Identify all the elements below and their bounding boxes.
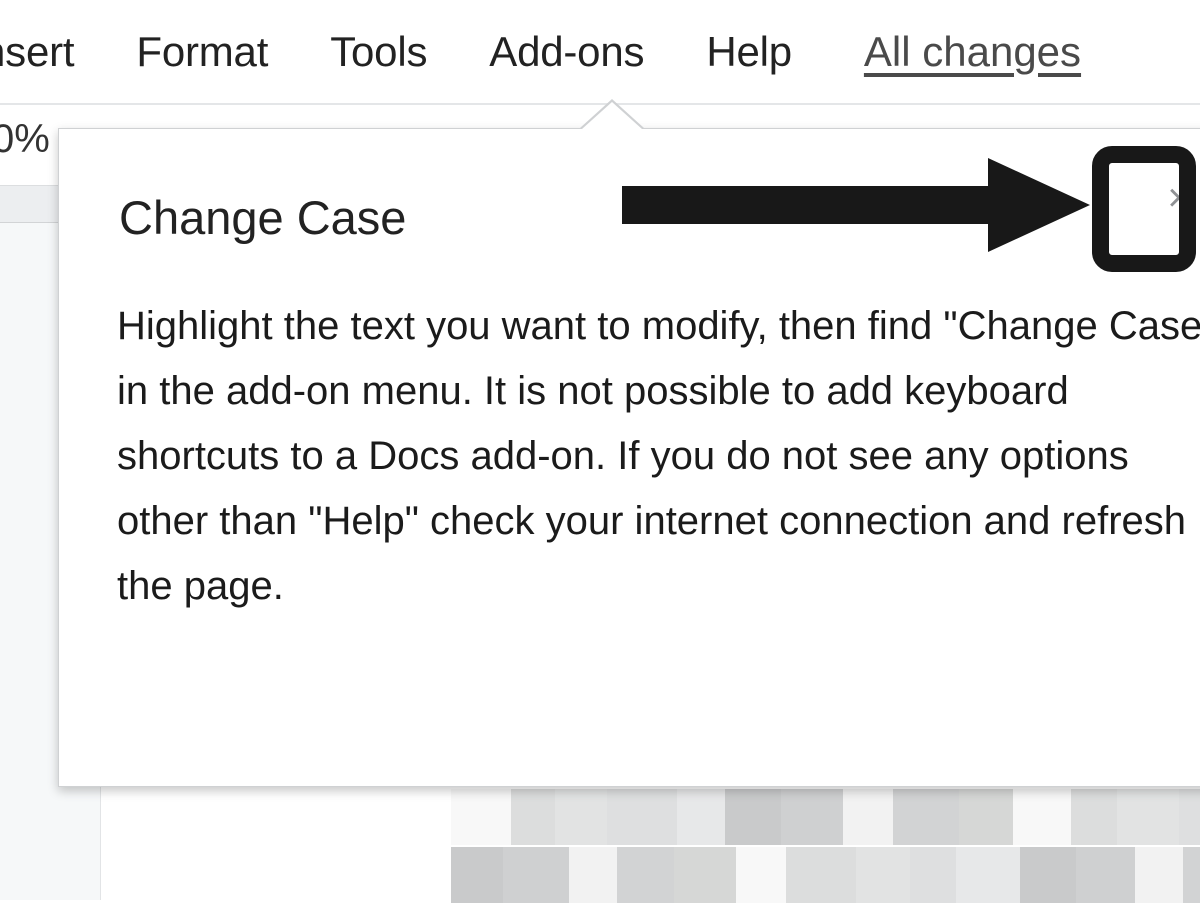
blurred-text-block (843, 789, 893, 845)
blurred-text-line (451, 789, 1200, 845)
blurred-text-block (781, 789, 843, 845)
menu-item-format[interactable]: Format (136, 30, 268, 73)
blurred-text-block (555, 789, 607, 845)
menu-bar: nsert Format Tools Add-ons Help All chan… (0, 0, 1200, 103)
blurred-text-block (568, 847, 617, 903)
blurred-text-block (1117, 789, 1179, 845)
blurred-text-block (674, 847, 737, 903)
change-case-help-dialog: Change Case × Highlight the text you wan… (58, 99, 1200, 787)
blurred-text-line (451, 847, 1200, 903)
blurred-text-block (1075, 847, 1136, 903)
close-button[interactable]: × (1148, 167, 1200, 229)
blurred-text-block (1183, 847, 1200, 903)
blurred-text-block (955, 847, 1020, 903)
blurred-text-block (677, 789, 725, 845)
blurred-text-block (736, 847, 787, 903)
blurred-text-block (1013, 789, 1071, 845)
dialog-title: Change Case (119, 191, 407, 244)
blurred-text-block (856, 847, 910, 903)
blurred-text-block (725, 789, 781, 845)
menu-item-add-ons[interactable]: Add-ons (489, 30, 644, 73)
blurred-text-block (1135, 847, 1184, 903)
blurred-text-block (959, 789, 1013, 845)
save-status-link[interactable]: All changes (864, 30, 1081, 73)
blurred-text-block (451, 847, 503, 903)
menu-item-tools[interactable]: Tools (330, 30, 427, 73)
blurred-text-block (511, 789, 555, 845)
blurred-text-block (607, 789, 677, 845)
menu-item-insert[interactable]: nsert (0, 30, 75, 73)
blurred-text-block (616, 847, 675, 903)
blurred-text-block (1019, 847, 1076, 903)
blurred-text-block (502, 847, 569, 903)
blurred-text-block (451, 789, 511, 845)
zoom-level-selector[interactable]: 0% (0, 119, 50, 159)
dialog-body-text: Highlight the text you want to modify, t… (117, 304, 1200, 608)
blurred-text-block (1071, 789, 1117, 845)
blurred-text-block (786, 847, 857, 903)
close-icon: × (1167, 176, 1191, 220)
blurred-text-block (909, 847, 956, 903)
blurred-text-block (1179, 789, 1200, 845)
blurred-document-text (451, 789, 1200, 909)
blurred-text-block (893, 789, 959, 845)
menu-item-help[interactable]: Help (706, 30, 792, 73)
dialog-pointer-icon (582, 102, 642, 129)
